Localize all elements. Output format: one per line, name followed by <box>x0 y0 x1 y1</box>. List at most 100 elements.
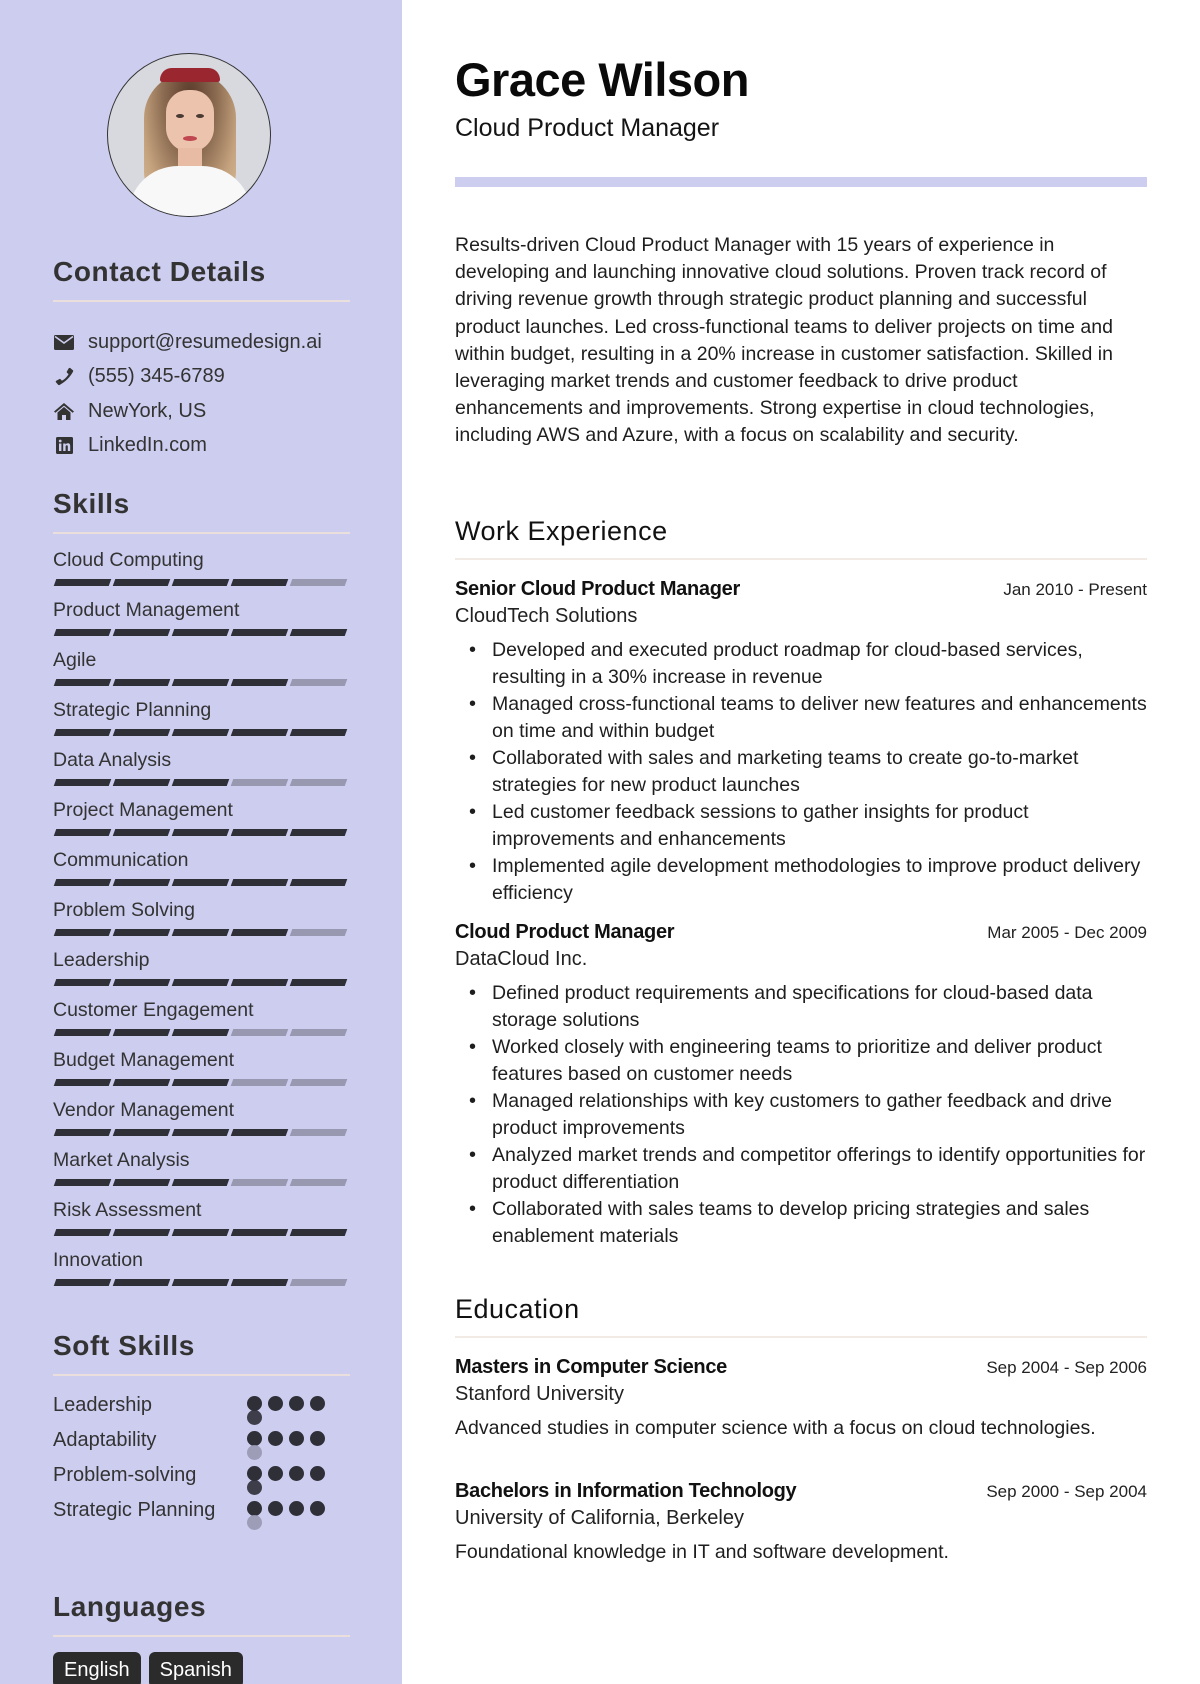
degree-name: Bachelors in Information Technology <box>455 1480 797 1502</box>
skill-segment-filled <box>112 929 171 936</box>
skill-name: Budget Management <box>53 1049 235 1071</box>
responsibility-item: Worked closely with engineering teams to… <box>455 1034 1147 1088</box>
candidate-name: Grace Wilson <box>455 53 749 106</box>
soft-skill-item: Leadership <box>53 1388 350 1425</box>
skill-segment-filled <box>289 979 348 986</box>
skill-level-bar <box>53 1029 350 1036</box>
skill-name: Vendor Management <box>53 1099 235 1121</box>
rating-dot-filled <box>247 1431 262 1446</box>
rating-dot-filled <box>268 1466 283 1481</box>
skill-level-bar <box>53 1079 350 1086</box>
skill-segment-filled <box>112 829 171 836</box>
contact-linkedin[interactable]: LinkedIn.com <box>53 429 350 464</box>
skill-segment-filled <box>289 879 348 886</box>
skills-list: Cloud Computing Product Management Agile St… <box>53 544 350 1294</box>
skill-segment-empty <box>289 1129 348 1136</box>
skill-level-bar <box>53 1229 350 1236</box>
school-name: University of California, Berkeley <box>455 1507 744 1529</box>
education-section: Education Masters in Computer Science Sep… <box>455 1292 1147 1566</box>
job-title: Cloud Product Manager <box>455 921 675 943</box>
soft-skills-heading: Soft Skills <box>53 1330 195 1361</box>
skill-segment-empty <box>230 1079 289 1086</box>
skill-segment-empty <box>289 779 348 786</box>
skill-item: Cloud Computing <box>53 544 350 594</box>
skill-item: Problem Solving <box>53 894 350 944</box>
language-badge: English <box>53 1652 141 1684</box>
skill-segment-filled <box>112 629 171 636</box>
degree-name: Masters in Computer Science <box>455 1356 727 1378</box>
entry-header: Senior Cloud Product Manager Jan 2010 - P… <box>455 576 1147 603</box>
skill-segment-filled <box>53 779 112 786</box>
education-heading: Education <box>455 1294 580 1324</box>
contact-phone[interactable]: (555) 345-6789 <box>53 360 350 395</box>
rating-dot-filled <box>310 1501 325 1516</box>
skill-segment-filled <box>171 979 230 986</box>
rating-dot-filled <box>289 1466 304 1481</box>
skill-segment-filled <box>53 1129 112 1136</box>
phone-icon <box>53 367 75 387</box>
section-divider <box>455 558 1147 560</box>
soft-skill-item: Strategic Planning <box>53 1493 350 1530</box>
skill-name: Project Management <box>53 799 233 821</box>
skill-name: Innovation <box>53 1249 143 1271</box>
experience-list: Senior Cloud Product Manager Jan 2010 - P… <box>455 576 1147 1250</box>
rating-dot-filled <box>310 1396 325 1411</box>
skill-segment-filled <box>112 1179 171 1186</box>
skill-item: Strategic Planning <box>53 694 350 744</box>
rating-dot-filled <box>310 1431 325 1446</box>
skill-name: Strategic Planning <box>53 699 212 721</box>
skill-segment-filled <box>53 729 112 736</box>
skill-segment-empty <box>289 579 348 586</box>
soft-skill-name: Leadership <box>53 1394 152 1416</box>
skill-name: Agile <box>53 649 97 671</box>
job-dates: Jan 2010 - Present <box>1003 580 1147 599</box>
skill-level-bar <box>53 1279 350 1286</box>
rating-dot-empty <box>247 1445 262 1460</box>
education-entry: Masters in Computer Science Sep 2004 - Se… <box>455 1354 1147 1442</box>
rating-dot-filled <box>247 1501 262 1516</box>
skill-item: Budget Management <box>53 1044 350 1094</box>
soft-skill-rating <box>247 1458 333 1495</box>
envelope-icon <box>53 332 75 352</box>
contact-linkedin-text: LinkedIn.com <box>88 434 207 457</box>
skill-item: Market Analysis <box>53 1144 350 1194</box>
skill-segment-filled <box>112 979 171 986</box>
languages-list: English Spanish <box>53 1652 350 1684</box>
skill-segment-empty <box>230 1179 289 1186</box>
skill-segment-filled <box>112 1279 171 1286</box>
responsibility-item: Managed relationships with key customers… <box>455 1088 1147 1142</box>
skill-segment-filled <box>53 1029 112 1036</box>
skill-segment-filled <box>53 679 112 686</box>
skill-segment-filled <box>53 829 112 836</box>
skill-item: Agile <box>53 644 350 694</box>
rating-dot-filled <box>268 1396 283 1411</box>
skill-item: Data Analysis <box>53 744 350 794</box>
education-dates: Sep 2004 - Sep 2006 <box>986 1358 1147 1377</box>
contact-email-text: support@resumedesign.ai <box>88 330 322 353</box>
skill-level-bar <box>53 829 350 836</box>
soft-skill-item: Adaptability <box>53 1423 350 1460</box>
experience-entry: Cloud Product Manager Mar 2005 - Dec 2009… <box>455 919 1147 1250</box>
work-experience-heading: Work Experience <box>455 516 668 546</box>
skill-segment-filled <box>171 1079 230 1086</box>
skill-segment-filled <box>171 1179 230 1186</box>
skill-item: Innovation <box>53 1244 350 1294</box>
skill-segment-filled <box>171 1129 230 1136</box>
contact-email[interactable]: support@resumedesign.ai <box>53 325 350 360</box>
skill-segment-filled <box>230 679 289 686</box>
rating-dot-filled <box>268 1501 283 1516</box>
skill-segment-filled <box>112 879 171 886</box>
skill-segment-filled <box>53 629 112 636</box>
skill-segment-filled <box>53 879 112 886</box>
skill-segment-filled <box>230 629 289 636</box>
responsibility-item: Collaborated with sales and marketing te… <box>455 745 1147 799</box>
main-content: Grace Wilson Cloud Product Manager Resul… <box>455 0 1147 1684</box>
work-experience-section: Work Experience Senior Cloud Product Man… <box>455 514 1147 1250</box>
skill-name: Problem Solving <box>53 899 195 921</box>
skill-name: Product Management <box>53 599 240 621</box>
skills-section: Skills Cloud Computing Product Management… <box>53 488 350 1294</box>
skill-level-bar <box>53 929 350 936</box>
skill-segment-filled <box>171 829 230 836</box>
skill-segment-filled <box>112 779 171 786</box>
responsibility-item: Analyzed market trends and competitor of… <box>455 1142 1147 1196</box>
